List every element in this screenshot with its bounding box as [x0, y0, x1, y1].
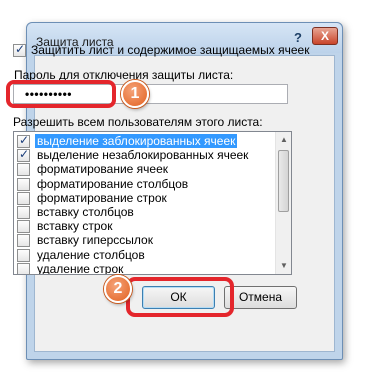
- permission-checkbox[interactable]: [17, 163, 30, 177]
- permission-label: выделение заблокированных ячеек: [35, 134, 238, 148]
- permission-label: форматирование столбцов: [37, 176, 189, 191]
- permission-label: вставку столбцов: [37, 205, 134, 219]
- permission-checkbox[interactable]: [17, 220, 30, 234]
- permission-checkbox[interactable]: [17, 248, 30, 262]
- permission-label: вставку строк: [37, 219, 113, 234]
- protect-sheet-checkbox[interactable]: [13, 42, 26, 57]
- permission-label: форматирование строк: [37, 190, 167, 205]
- scroll-down-icon[interactable]: ▼: [276, 258, 291, 274]
- permission-checkbox[interactable]: [17, 206, 30, 219]
- permission-checkbox[interactable]: [17, 133, 30, 148]
- permission-checkbox[interactable]: [17, 147, 30, 163]
- permissions-list[interactable]: выделение заблокированных ячееквыделение…: [13, 131, 292, 275]
- ok-highlight: [126, 277, 234, 317]
- scroll-up-icon[interactable]: ▲: [276, 132, 291, 148]
- password-highlight: [6, 80, 116, 108]
- scroll-thumb[interactable]: [278, 150, 289, 212]
- permissions-label: Разрешить всем пользователям этого листа…: [13, 115, 263, 129]
- permission-label: форматирование ячеек: [37, 162, 169, 177]
- permissions-scrollbar[interactable]: ▲ ▼: [275, 132, 291, 274]
- permission-checkbox[interactable]: [17, 177, 30, 191]
- step-1-badge: 1: [121, 80, 149, 108]
- permission-checkbox[interactable]: [17, 234, 30, 248]
- permission-item[interactable]: удаление строк: [14, 261, 276, 275]
- permission-checkbox[interactable]: [17, 262, 30, 274]
- close-icon[interactable]: X: [312, 27, 338, 45]
- permission-label: удаление столбцов: [37, 247, 145, 262]
- protect-sheet-label: Защитить лист и содержимое защищаемых яч…: [31, 43, 310, 57]
- cancel-button[interactable]: Отмена: [224, 286, 297, 309]
- permission-label: вставку гиперссылок: [37, 233, 153, 248]
- step-2-badge: 2: [104, 275, 132, 303]
- permission-checkbox[interactable]: [17, 191, 30, 205]
- permission-label: удаление строк: [37, 261, 124, 275]
- permission-label: выделение незаблокированных ячеек: [37, 148, 249, 163]
